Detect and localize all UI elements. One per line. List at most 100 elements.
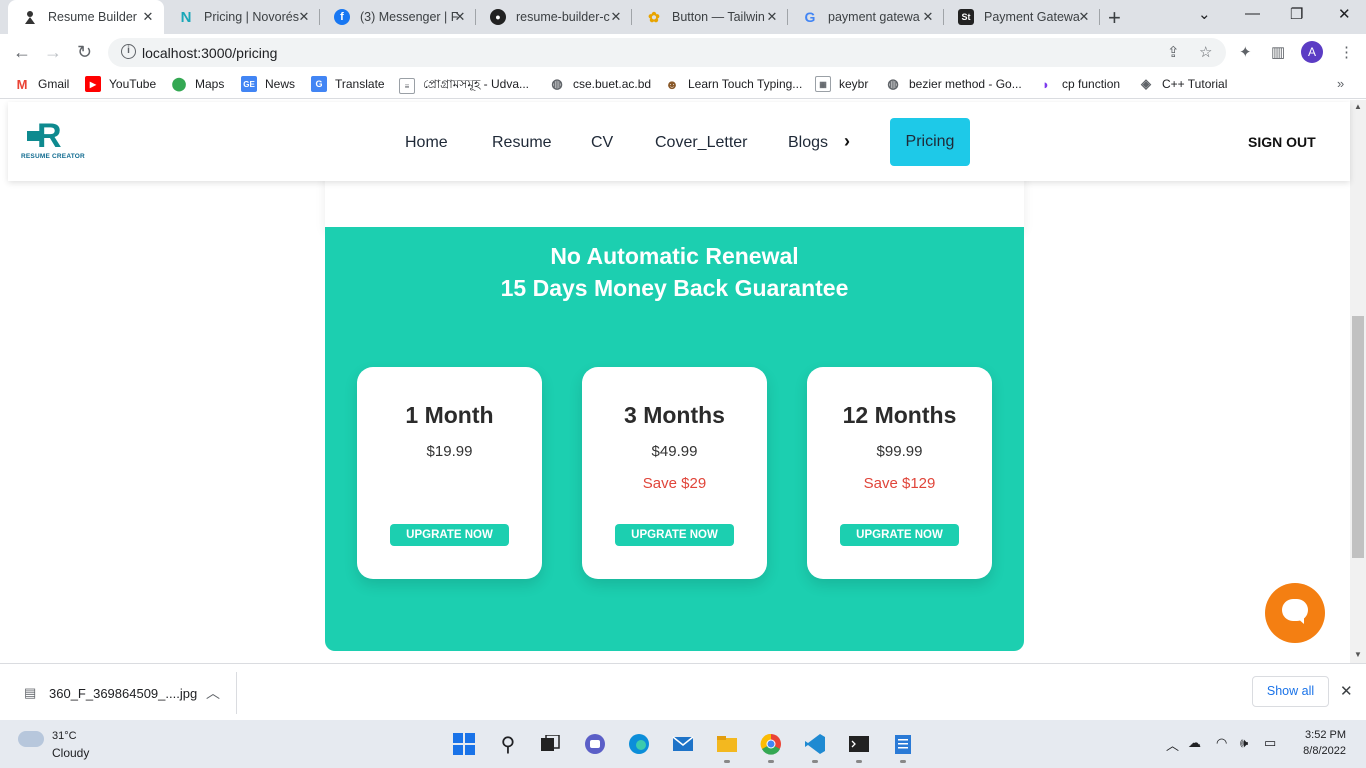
tab-google-search[interactable]: G payment gatewa ✕ (788, 0, 944, 34)
tab-search-icon[interactable]: ⌄ (1198, 5, 1211, 23)
edge-icon[interactable] (627, 732, 651, 756)
resume-creator-logo[interactable]: R RESUME CREATOR (21, 119, 93, 163)
nav-blogs[interactable]: Blogs (788, 134, 828, 152)
site-info-icon[interactable]: i (121, 44, 136, 59)
onedrive-icon[interactable]: ☁ (1188, 735, 1201, 751)
bookmarks-overflow-icon[interactable]: » (1337, 76, 1344, 91)
tab-novoresume[interactable]: N Pricing | Novorés ✕ (164, 0, 320, 34)
close-icon[interactable]: ✕ (296, 9, 312, 25)
bookmark-news[interactable]: GE News (241, 76, 295, 92)
doc-icon: ≡ (399, 78, 415, 94)
vscode-icon[interactable] (803, 732, 827, 763)
profile-avatar[interactable]: A (1301, 41, 1323, 63)
sign-out-button[interactable]: SIGN OUT (1248, 134, 1316, 150)
bookmark-udvash[interactable]: ≡ প্রোগ্রামসমূহ - Udva... (399, 76, 529, 96)
chat-widget-button[interactable] (1265, 583, 1325, 643)
headline-no-renewal: No Automatic Renewal (550, 243, 799, 269)
page-scrollbar[interactable]: ▲ ▼ (1350, 100, 1366, 663)
plan-price: $99.99 (876, 443, 923, 460)
plan-price: $19.99 (426, 443, 473, 460)
tab-title: Payment Gatewa (984, 10, 1080, 24)
battery-icon[interactable]: ▭ (1264, 735, 1276, 751)
chevron-up-icon[interactable]: ︿ (206, 683, 220, 703)
forward-arrow-icon[interactable]: → (44, 42, 62, 63)
mail-icon[interactable] (671, 732, 695, 756)
clock-time[interactable]: 3:52 PM (1300, 729, 1346, 741)
globe-icon: ◍ (551, 76, 563, 91)
bookmark-typing[interactable]: ☻ Learn Touch Typing... (664, 76, 802, 92)
address-bar[interactable]: i localhost:3000/pricing ⇪ ☆ (108, 38, 1226, 67)
tab-github[interactable]: ● resume-builder-c ✕ (476, 0, 632, 34)
side-panel-icon[interactable]: ▥ (1271, 43, 1285, 61)
menu-kebab-icon[interactable]: ⋮ (1339, 43, 1354, 61)
upgrade-button[interactable]: UPGRATE NOW (840, 524, 959, 546)
nav-cv[interactable]: CV (591, 134, 613, 152)
chrome-icon[interactable] (759, 732, 783, 763)
download-file-name[interactable]: 360_F_369864509_....jpg (49, 686, 197, 701)
scroll-down-icon[interactable]: ▼ (1354, 650, 1362, 659)
bookmark-label: YouTube (109, 77, 157, 91)
st-icon: St (958, 9, 974, 25)
tab-title: payment gatewa (828, 10, 920, 24)
notepad-icon[interactable] (891, 732, 915, 763)
terminal-icon[interactable] (847, 732, 871, 763)
close-icon[interactable]: ✕ (140, 9, 156, 25)
bookmark-label: Translate (335, 77, 385, 91)
gmail-icon: M (16, 76, 28, 92)
windows-start-icon[interactable] (452, 732, 476, 756)
nav-cover-letter[interactable]: Cover_Letter (655, 134, 748, 152)
close-icon[interactable]: ✕ (452, 9, 468, 25)
bookmark-translate[interactable]: G Translate (311, 76, 385, 92)
volume-icon[interactable]: 🕪 (1240, 735, 1248, 751)
pricing-section: No Automatic Renewal 15 Days Money Back … (325, 227, 1024, 651)
scrollbar-thumb[interactable] (1352, 316, 1364, 558)
new-tab-icon[interactable]: + (1108, 5, 1121, 31)
close-icon[interactable]: ✕ (1340, 682, 1353, 700)
search-icon[interactable]: ⚲ (496, 732, 520, 756)
back-arrow-icon[interactable]: ← (13, 42, 31, 63)
scroll-up-icon[interactable]: ▲ (1354, 102, 1362, 111)
globe-icon: ◍ (887, 76, 899, 91)
upgrade-button[interactable]: UPGRATE NOW (390, 524, 509, 546)
cloud-icon[interactable] (18, 731, 44, 747)
bookmark-gmail[interactable]: M Gmail (14, 76, 70, 92)
file-explorer-icon[interactable] (715, 732, 739, 763)
tab-tailwind[interactable]: ✿ Button — Tailwin ✕ (632, 0, 788, 34)
clock-date[interactable]: 8/8/2022 (1290, 745, 1346, 757)
tab-payment-gateway[interactable]: St Payment Gatewa ✕ (944, 0, 1100, 34)
chevron-right-icon[interactable]: › (844, 131, 850, 152)
bookmark-cpp-tutorial[interactable]: ◈ C++ Tutorial (1138, 76, 1227, 92)
wifi-icon[interactable]: ◠ (1216, 735, 1227, 751)
bookmark-keybr[interactable]: ▦ keybr (815, 76, 868, 92)
weather-condition[interactable]: Cloudy (52, 746, 89, 760)
extensions-icon[interactable]: ✦ (1239, 43, 1252, 61)
task-view-icon[interactable] (538, 732, 562, 756)
teams-chat-icon[interactable] (583, 732, 607, 756)
close-icon[interactable]: ✕ (1076, 9, 1092, 25)
upgrade-button[interactable]: UPGRATE NOW (615, 524, 734, 546)
tab-messenger[interactable]: f (3) Messenger | F ✕ (320, 0, 476, 34)
tray-overflow-icon[interactable]: ︿ (1166, 735, 1179, 754)
tab-title: Pricing | Novorés (204, 10, 299, 24)
bookmark-cse-buet[interactable]: ◍ cse.buet.ac.bd (549, 76, 651, 92)
tab-resume-builder[interactable]: Resume Builder ✕ (8, 0, 164, 34)
close-icon[interactable]: ✕ (764, 9, 780, 25)
bookmark-maps[interactable]: ⬤ Maps (171, 76, 225, 92)
nav-pricing-button[interactable]: Pricing (890, 118, 970, 166)
show-all-button[interactable]: Show all (1252, 676, 1329, 707)
close-icon[interactable]: ✕ (608, 9, 624, 25)
restore-icon[interactable]: ❐ (1290, 5, 1303, 23)
browser-toolbar: ← → ↻ i localhost:3000/pricing ⇪ ☆ ✦ ▥ A… (0, 34, 1366, 70)
close-icon[interactable]: ✕ (920, 9, 936, 25)
bookmark-star-icon[interactable]: ☆ (1199, 43, 1212, 61)
minimize-icon[interactable]: — (1245, 5, 1260, 22)
bookmark-cp-function[interactable]: ◗ cp function (1038, 76, 1120, 92)
bookmark-bezier[interactable]: ◍ bezier method - Go... (885, 76, 1021, 92)
weather-temperature[interactable]: 31°C (52, 730, 77, 742)
window-close-icon[interactable]: ✕ (1338, 5, 1351, 23)
bookmark-youtube[interactable]: ▶ YouTube (85, 76, 156, 92)
share-icon[interactable]: ⇪ (1167, 43, 1180, 61)
nav-home[interactable]: Home (405, 134, 448, 152)
reload-icon[interactable]: ↻ (77, 42, 92, 63)
nav-resume[interactable]: Resume (492, 134, 552, 152)
